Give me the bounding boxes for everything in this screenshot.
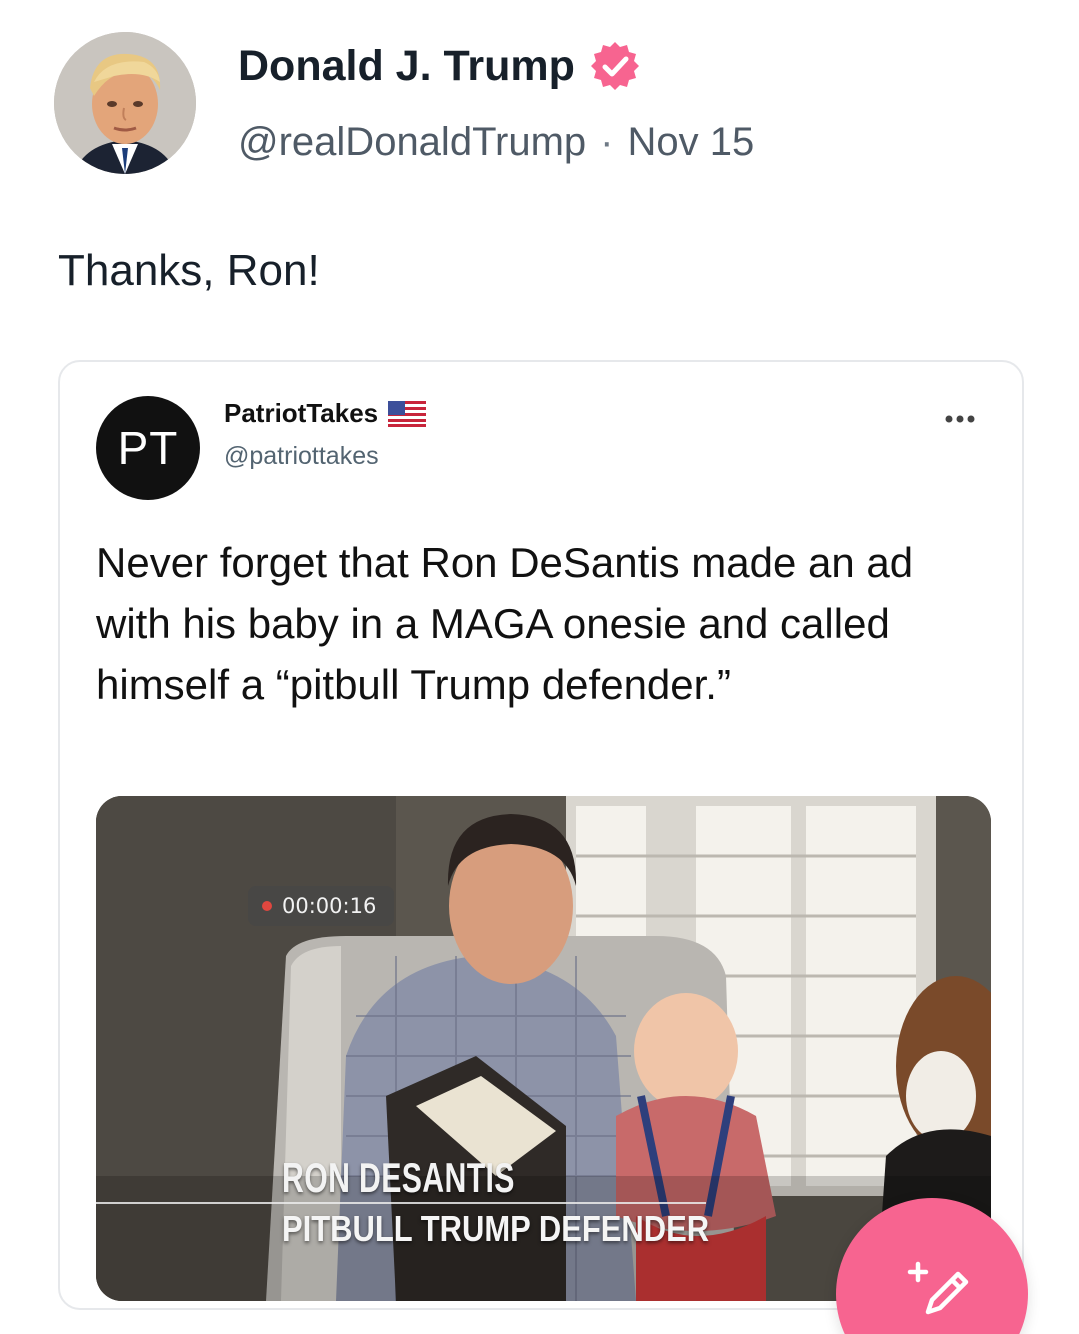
author-avatar[interactable] bbox=[54, 32, 196, 174]
patriottakes-avatar: PT bbox=[96, 396, 200, 500]
embed-account-name-row: PatriotTakes bbox=[224, 398, 427, 429]
video-caption-name: RON DESANTIS bbox=[282, 1154, 515, 1201]
author-meta: @realDonaldTrump · Nov 15 bbox=[238, 120, 754, 165]
us-flag-icon bbox=[388, 400, 427, 427]
meta-separator: · bbox=[600, 120, 614, 164]
author-display-name[interactable]: Donald J. Trump bbox=[238, 42, 575, 91]
video-timestamp: 00:00:16 bbox=[248, 886, 395, 926]
author-name-row[interactable]: Donald J. Trump bbox=[238, 40, 641, 92]
embed-account-name: PatriotTakes bbox=[224, 398, 379, 428]
verified-badge-icon bbox=[590, 42, 639, 90]
avatar-portrait bbox=[54, 32, 196, 174]
compose-icon bbox=[907, 1261, 969, 1315]
more-options-icon[interactable] bbox=[944, 414, 984, 424]
video-timer-text: 00:00:16 bbox=[282, 894, 377, 918]
embedded-video[interactable]: 00:00:16 RON DESANTIS PITBULL TRUMP DEFE… bbox=[96, 796, 991, 1301]
post-date[interactable]: Nov 15 bbox=[627, 120, 754, 165]
embedded-post-card[interactable]: PT PatriotTakes @patriottakes Never forg… bbox=[58, 360, 1024, 1310]
embed-account-handle: @patriottakes bbox=[224, 442, 379, 470]
post-body-text: Thanks, Ron! bbox=[58, 246, 320, 295]
author-handle[interactable]: @realDonaldTrump bbox=[238, 120, 586, 165]
video-caption-title: PITBULL TRUMP DEFENDER bbox=[282, 1208, 710, 1249]
video-caption-divider bbox=[96, 1202, 706, 1204]
recording-dot-icon bbox=[262, 901, 272, 911]
embed-post-text: Never forget that Ron DeSantis made an a… bbox=[96, 539, 914, 708]
truth-post-screen: Donald J. Trump @realDonaldTrump · Nov 1… bbox=[0, 0, 1079, 1334]
